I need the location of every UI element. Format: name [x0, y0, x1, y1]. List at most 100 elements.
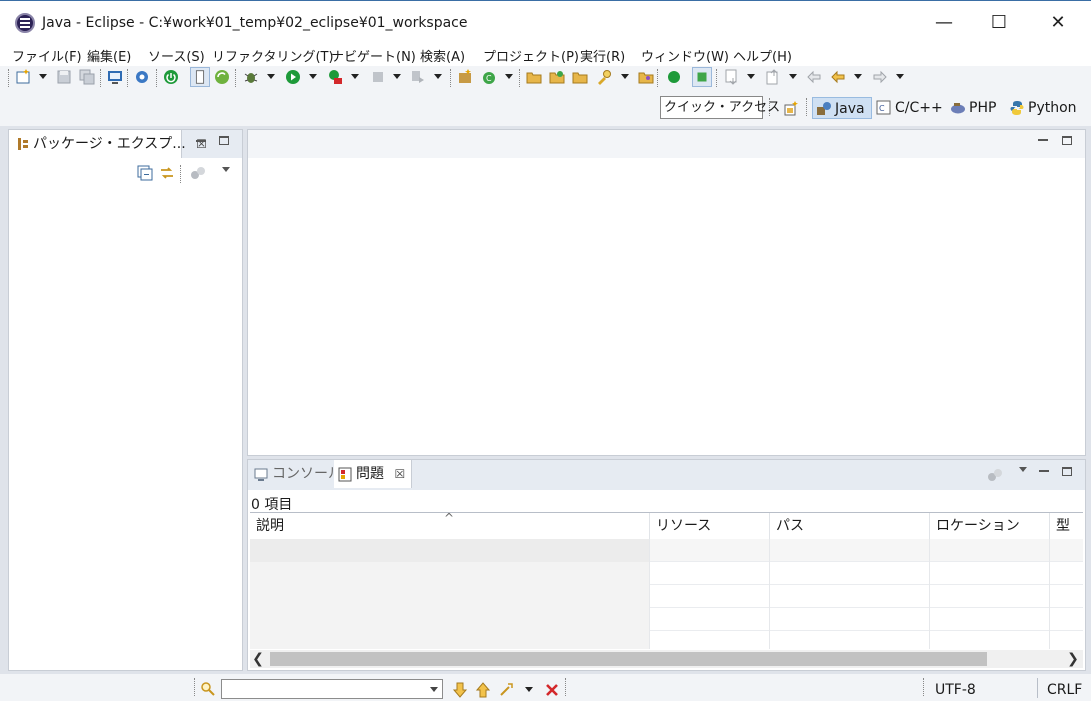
maximize-view-button[interactable]	[1062, 467, 1072, 476]
minimize-button[interactable]: —	[932, 11, 956, 35]
open-perspective-icon[interactable]	[784, 100, 800, 116]
minimize-editor-button[interactable]	[1038, 139, 1048, 141]
column-header-location[interactable]: ロケーション	[930, 513, 1050, 539]
stop-dropdown-icon[interactable]	[393, 74, 401, 79]
new-package-icon[interactable]	[457, 69, 473, 85]
minimize-view-button[interactable]	[196, 140, 206, 142]
find-previous-icon[interactable]	[475, 682, 491, 698]
scroll-left-icon[interactable]: ❮	[250, 650, 266, 668]
perspective-php[interactable]: PHP	[947, 97, 996, 119]
close-tab-icon[interactable]: ☒	[394, 467, 405, 481]
collapse-all-icon[interactable]	[137, 165, 153, 181]
find-all-icon[interactable]	[498, 682, 514, 698]
menu-help[interactable]: ヘルプ(H)	[733, 46, 792, 65]
run-external-tool-icon[interactable]	[327, 69, 343, 85]
new-dropdown-icon[interactable]	[39, 74, 47, 79]
column-header-description[interactable]: 説明 ^	[250, 513, 650, 539]
menu-refactor[interactable]: リファクタリング(T)	[212, 46, 334, 65]
server-start-icon[interactable]	[163, 69, 179, 85]
save-icon[interactable]	[56, 69, 72, 85]
debug-icon[interactable]	[243, 69, 259, 85]
stop-icon[interactable]	[370, 69, 386, 85]
open-task-icon[interactable]	[549, 69, 565, 85]
menu-navigate[interactable]: ナビゲート(N)	[331, 46, 416, 65]
next-annotation-icon[interactable]	[724, 69, 740, 85]
focus-on-task-icon[interactable]	[987, 467, 1003, 483]
close-button[interactable]: ✕	[1046, 11, 1070, 35]
find-input[interactable]	[221, 679, 443, 699]
menu-source[interactable]: ソース(S)	[148, 46, 205, 65]
menu-project[interactable]: プロジェクト(P)	[483, 46, 579, 65]
save-all-icon[interactable]	[79, 69, 95, 85]
open-perspective-folder-icon[interactable]	[638, 69, 654, 85]
perspective-cpp[interactable]: C C/C++	[873, 97, 943, 119]
column-header-resource[interactable]: リソース	[650, 513, 770, 539]
bottom-tabbar: コンソール 問題 ☒	[248, 460, 1085, 490]
forward-arrow-icon[interactable]	[872, 69, 888, 85]
next-annotation-dropdown-icon[interactable]	[747, 74, 755, 79]
maximize-button[interactable]: ☐	[987, 11, 1011, 35]
scroll-right-icon[interactable]: ❯	[1065, 650, 1081, 668]
last-edit-location-icon[interactable]	[806, 69, 822, 85]
minimize-view-button[interactable]	[1039, 470, 1049, 472]
view-menu-icon[interactable]	[1019, 467, 1027, 472]
find-next-icon[interactable]	[452, 682, 468, 698]
open-type-icon[interactable]	[526, 69, 542, 85]
chevron-down-icon[interactable]	[430, 687, 438, 692]
table-cell	[250, 608, 650, 631]
horizontal-scrollbar[interactable]: ❮ ❯	[250, 650, 1083, 668]
debug-dropdown-icon[interactable]	[267, 74, 275, 79]
menu-edit[interactable]: 編集(E)	[87, 46, 131, 65]
run-icon[interactable]	[285, 69, 301, 85]
status-encoding[interactable]: UTF-8	[935, 682, 976, 698]
tab-console[interactable]: コンソール	[248, 460, 342, 488]
close-find-icon[interactable]	[544, 682, 560, 698]
terminal-icon[interactable]	[107, 69, 123, 85]
tab-problems[interactable]: 問題 ☒	[334, 460, 412, 488]
link-with-editor-icon[interactable]	[159, 165, 175, 181]
column-header-type[interactable]: 型	[1050, 513, 1083, 539]
quick-access-field[interactable]: クイック・アクセス	[660, 96, 780, 119]
menu-file[interactable]: ファイル(F)	[12, 46, 82, 65]
status-line-ending[interactable]: CRLF	[1047, 682, 1082, 698]
perspective-java[interactable]: Java	[812, 97, 872, 119]
menu-window[interactable]: ウィンドウ(W)	[641, 46, 729, 65]
view-menu-icon[interactable]	[222, 167, 230, 172]
maximize-editor-button[interactable]	[1062, 136, 1072, 145]
maximize-view-button[interactable]	[219, 136, 229, 145]
back-arrow-icon[interactable]	[830, 69, 846, 85]
back-dropdown-icon[interactable]	[854, 74, 862, 79]
menu-run[interactable]: 実行(R)	[580, 46, 625, 65]
search-flashlight-icon[interactable]	[596, 69, 612, 85]
new-wizard-icon[interactable]	[16, 69, 32, 85]
editor-area[interactable]	[247, 129, 1086, 456]
deploy-dropdown-icon[interactable]	[434, 74, 442, 79]
find-options-dropdown-icon[interactable]	[525, 687, 533, 692]
search-icon	[201, 682, 215, 696]
search-dropdown-icon[interactable]	[621, 74, 629, 79]
python-perspective-icon	[1010, 101, 1024, 115]
new-class-dropdown-icon[interactable]	[505, 74, 513, 79]
open-resource-icon[interactable]	[572, 69, 588, 85]
previous-annotation-icon[interactable]	[765, 69, 781, 85]
toggle-breadcrumb-icon[interactable]	[190, 67, 210, 87]
previous-annotation-dropdown-icon[interactable]	[789, 74, 797, 79]
table-row	[250, 631, 1083, 649]
new-class-icon[interactable]: C	[481, 69, 497, 85]
connect-icon[interactable]	[666, 69, 682, 85]
refresh-icon[interactable]	[214, 69, 230, 85]
focus-on-task-icon[interactable]	[190, 165, 206, 181]
tab-package-explorer[interactable]: パッケージ・エクスプ... ☒	[9, 130, 207, 158]
perspective-python[interactable]: Python	[1006, 97, 1077, 119]
scrollbar-thumb[interactable]	[270, 652, 987, 666]
toggle-mark-occurrences-icon[interactable]	[692, 67, 712, 87]
column-header-path[interactable]: パス	[770, 513, 930, 539]
gear-icon[interactable]	[134, 69, 150, 85]
run-dropdown-icon[interactable]	[309, 74, 317, 79]
forward-dropdown-icon[interactable]	[896, 74, 904, 79]
menu-search[interactable]: 検索(A)	[420, 46, 465, 65]
toolbar-separator	[519, 69, 521, 87]
deploy-icon[interactable]	[410, 69, 426, 85]
external-tool-dropdown-icon[interactable]	[351, 74, 359, 79]
tab-console-label: コンソール	[272, 466, 342, 482]
